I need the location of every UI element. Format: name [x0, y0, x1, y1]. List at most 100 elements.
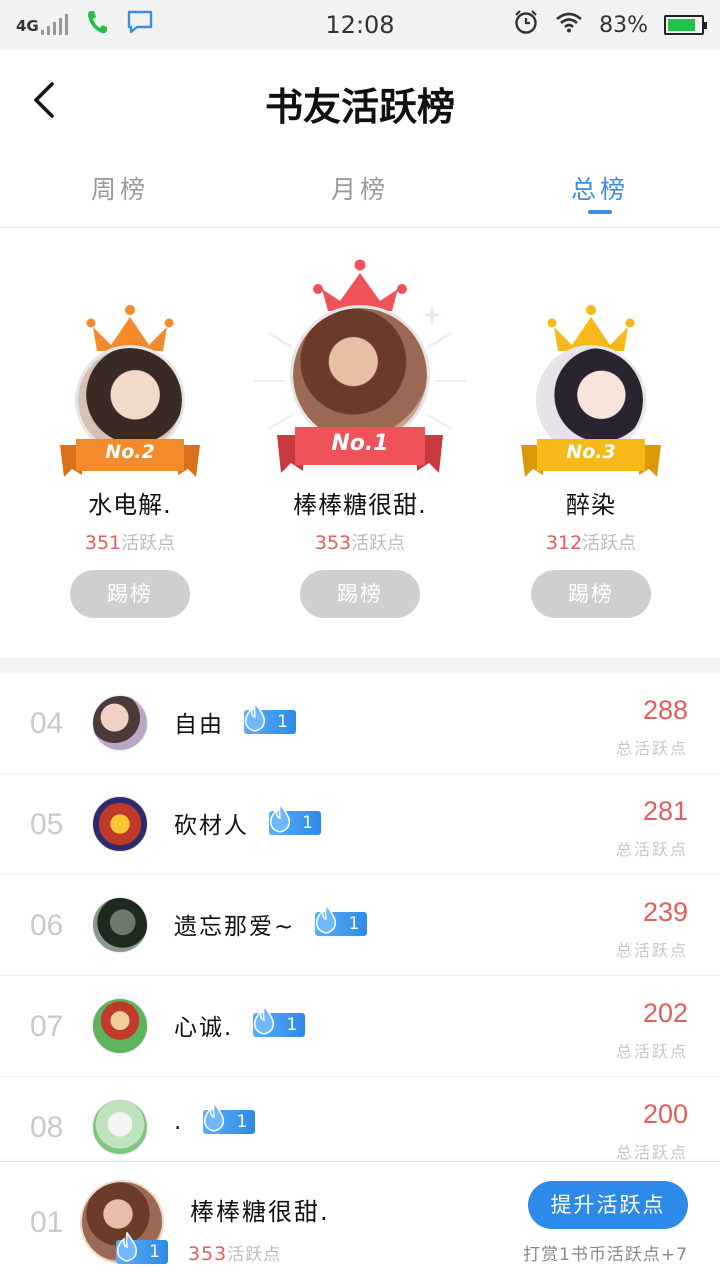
level-badge: 1 — [315, 904, 368, 936]
podium-name: 棒棒糖很甜. — [293, 491, 427, 519]
active-tab-indicator — [588, 210, 612, 214]
avatar[interactable] — [92, 998, 148, 1054]
score-value: 239 — [642, 897, 688, 927]
boost-activity-button[interactable]: 提升活跃点 — [528, 1181, 688, 1229]
status-bar: 4G 12:08 83% — [0, 0, 720, 50]
tab-weekly[interactable]: 周榜 — [0, 150, 240, 227]
points-value: 353 — [188, 1243, 228, 1265]
list-item[interactable]: 07 心诚. 1 202 总活跃点 — [0, 976, 720, 1077]
flame-icon — [244, 702, 266, 732]
points-value: 312 — [545, 532, 583, 554]
my-rank-bar: 01 1 棒棒糖很甜. 353活跃点 提升活跃点 打赏1书币活跃点+7 — [0, 1161, 720, 1280]
tab-label: 周榜 — [90, 175, 149, 204]
score-label: 总活跃点 — [615, 1143, 688, 1161]
score-value: 281 — [642, 796, 688, 826]
chevron-left-icon — [34, 82, 54, 118]
kick-button[interactable]: 踢榜 — [300, 570, 420, 618]
podium-points: 351活跃点 — [40, 529, 220, 555]
score-value: 202 — [642, 998, 688, 1028]
score-label: 总活跃点 — [615, 840, 688, 859]
back-button[interactable] — [22, 76, 66, 124]
ranking-list: 04 自由 1 288 总活跃点 05 砍材人 1 281 总活跃点 06 遗忘… — [0, 673, 720, 1161]
rank-label: No.1 — [331, 431, 389, 456]
flame-icon — [316, 904, 337, 934]
level-value: 1 — [286, 1015, 298, 1035]
flame-icon — [204, 1102, 225, 1132]
list-item[interactable]: 05 砍材人 1 281 总活跃点 — [0, 774, 720, 875]
rank-number: 08 — [30, 1111, 64, 1144]
battery-percent: 83% — [599, 12, 648, 38]
points-value: 351 — [84, 532, 122, 554]
user-name: 遗忘那爱~ — [174, 914, 296, 940]
rank-number: 06 — [30, 909, 64, 942]
score-label: 总活跃点 — [615, 739, 688, 758]
score-label: 总活跃点 — [615, 941, 688, 960]
podium-first: No.1 棒棒糖很甜. 353活跃点 踢榜 — [254, 229, 466, 629]
points-unit: 活跃点 — [121, 533, 176, 554]
kick-button[interactable]: 踢榜 — [531, 570, 651, 618]
network-type: 4G — [16, 17, 39, 35]
section-divider — [0, 658, 720, 673]
user-name: . — [174, 1109, 184, 1135]
user-name: 自由 — [174, 712, 224, 738]
tab-label: 总榜 — [570, 175, 629, 204]
score-value: 200 — [642, 1099, 688, 1129]
avatar[interactable] — [92, 897, 148, 953]
rank-number: 04 — [30, 707, 64, 740]
level-value: 1 — [236, 1112, 248, 1132]
tab-monthly[interactable]: 月榜 — [240, 150, 480, 227]
level-badge: 1 — [203, 1102, 256, 1134]
avatar[interactable] — [92, 1099, 148, 1155]
signal-icon: 4G — [16, 14, 68, 35]
wifi-icon — [555, 11, 583, 39]
avatar[interactable] — [92, 796, 148, 852]
avatar[interactable] — [92, 695, 148, 751]
tab-label: 月榜 — [330, 175, 389, 204]
header: 书友活跃榜 — [0, 50, 720, 150]
page-title: 书友活跃榜 — [264, 85, 455, 129]
alarm-icon — [513, 9, 539, 41]
level-badge: 1 — [269, 803, 321, 835]
phone-icon — [86, 9, 108, 41]
list-item[interactable]: 04 自由 1 288 总活跃点 — [0, 673, 720, 774]
kick-button[interactable]: 踢榜 — [70, 570, 190, 618]
score-value: 288 — [642, 695, 688, 725]
rank-number: 07 — [30, 1010, 64, 1043]
level-badge: 1 — [253, 1005, 306, 1037]
my-name: 棒棒糖很甜. — [190, 1198, 330, 1226]
points-unit: 活跃点 — [227, 1245, 282, 1265]
points-value: 353 — [314, 532, 352, 554]
podium-name: 醉染 — [566, 491, 616, 519]
podium-name: 水电解. — [88, 491, 172, 519]
score-label: 总活跃点 — [615, 1042, 688, 1061]
points-unit: 活跃点 — [582, 533, 637, 554]
flame-icon — [254, 1005, 275, 1035]
my-points: 353活跃点 — [188, 1240, 281, 1265]
boost-hint: 打赏1书币活跃点+7 — [523, 1245, 688, 1265]
list-item[interactable]: 08 . 1 200 总活跃点 — [0, 1077, 720, 1161]
level-value: 1 — [277, 712, 288, 732]
level-value: 1 — [302, 813, 313, 833]
rank-label: No.3 — [566, 441, 616, 463]
rank-label: No.2 — [105, 441, 155, 463]
list-item[interactable]: 06 遗忘那爱~ 1 239 总活跃点 — [0, 875, 720, 976]
podium-points: 312活跃点 — [501, 529, 681, 555]
level-badge: 1 — [116, 1232, 168, 1264]
tab-total[interactable]: 总榜 — [480, 150, 720, 227]
level-value: 1 — [149, 1242, 160, 1262]
podium-third: No.3 醉染 312活跃点 踢榜 — [501, 229, 681, 629]
message-icon — [126, 9, 154, 41]
podium-second: No.2 水电解. 351活跃点 踢榜 — [40, 229, 220, 629]
level-badge: 1 — [244, 702, 296, 734]
period-tabs: 周榜 月榜 总榜 — [0, 150, 720, 228]
rank-number: 05 — [30, 808, 64, 841]
user-name: 心诚. — [174, 1015, 234, 1041]
battery-icon — [664, 15, 707, 35]
podium-points: 353活跃点 — [270, 529, 450, 555]
flame-icon — [269, 803, 291, 833]
podium: No.2 水电解. 351活跃点 踢榜 No.1 棒棒糖很甜. 353活跃点 踢… — [0, 229, 720, 659]
my-rank-number: 01 — [30, 1206, 64, 1239]
points-unit: 活跃点 — [351, 533, 406, 554]
user-name: 砍材人 — [174, 813, 249, 839]
flame-icon — [116, 1232, 138, 1262]
